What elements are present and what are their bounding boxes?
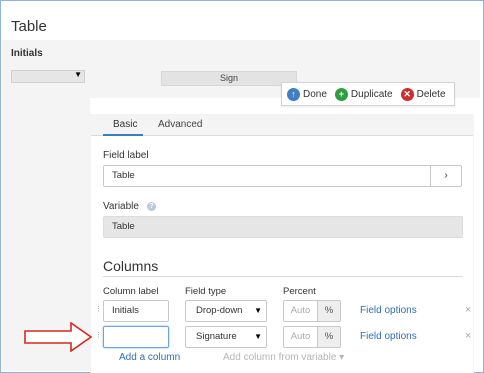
field-type-header: Field type (185, 286, 227, 297)
done-label: Done (303, 88, 327, 100)
percent-header: Percent (283, 286, 316, 297)
field-label-expand-button[interactable]: › (430, 165, 462, 187)
column-label-input[interactable] (103, 326, 169, 348)
preview-initials-label: Initials (11, 48, 43, 59)
field-label-input[interactable]: Table (103, 165, 431, 187)
field-options-link[interactable]: Field options (360, 331, 417, 342)
close-icon: ✕ (400, 87, 414, 101)
field-label-heading: Field label (103, 150, 149, 161)
page-title: Table (11, 18, 47, 35)
help-icon[interactable]: ? (147, 202, 156, 211)
preview-sign-button[interactable]: Sign (161, 71, 297, 86)
variable-input: Table (103, 216, 463, 238)
preview-initials-select[interactable]: ▼ (11, 70, 85, 83)
chevron-down-icon: ▼ (254, 332, 262, 341)
field-type-value: Signature (196, 331, 237, 342)
chevron-down-icon: ▼ (74, 70, 82, 79)
percent-suffix: % (317, 326, 341, 348)
add-column-link[interactable]: Add a column (119, 352, 180, 363)
columns-divider (103, 276, 463, 277)
field-type-select[interactable]: Signature ▼ (185, 326, 267, 348)
tab-basic[interactable]: Basic (113, 119, 137, 130)
field-type-value: Drop-down (196, 305, 243, 316)
variable-heading: Variable (103, 201, 139, 212)
field-action-bar: ↑ Done + Duplicate ✕ Delete (281, 82, 455, 106)
annotation-arrow-icon (24, 322, 93, 352)
remove-column-icon[interactable]: × (465, 330, 471, 342)
remove-column-icon[interactable]: × (465, 304, 471, 316)
settings-content: Field label Table › Variable ? Table Col… (91, 136, 473, 373)
settings-tabs: Basic Advanced (91, 114, 473, 136)
delete-button[interactable]: ✕ Delete (400, 87, 446, 101)
percent-input[interactable]: Auto (283, 326, 318, 348)
percent-suffix: % (317, 300, 341, 322)
delete-label: Delete (416, 88, 446, 100)
plus-icon: + (334, 87, 348, 101)
column-label-input[interactable]: Initials (103, 300, 169, 322)
add-column-from-variable-link[interactable]: Add column from variable ▾ (223, 352, 344, 363)
percent-input[interactable]: Auto (283, 300, 318, 322)
duplicate-label: Duplicate (350, 88, 393, 100)
arrow-up-icon: ↑ (287, 87, 300, 101)
duplicate-button[interactable]: + Duplicate (334, 87, 393, 101)
drag-handle-icon[interactable]: ⋮ (95, 332, 102, 339)
chevron-down-icon: ▼ (254, 306, 262, 315)
columns-title: Columns (103, 258, 159, 274)
column-label-header: Column label (103, 286, 159, 297)
done-button[interactable]: ↑ Done (287, 87, 327, 101)
field-type-select[interactable]: Drop-down ▼ (185, 300, 267, 322)
drag-handle-icon[interactable]: ⋮ (95, 306, 102, 313)
tab-advanced[interactable]: Advanced (158, 119, 202, 130)
field-options-link[interactable]: Field options (360, 305, 417, 316)
